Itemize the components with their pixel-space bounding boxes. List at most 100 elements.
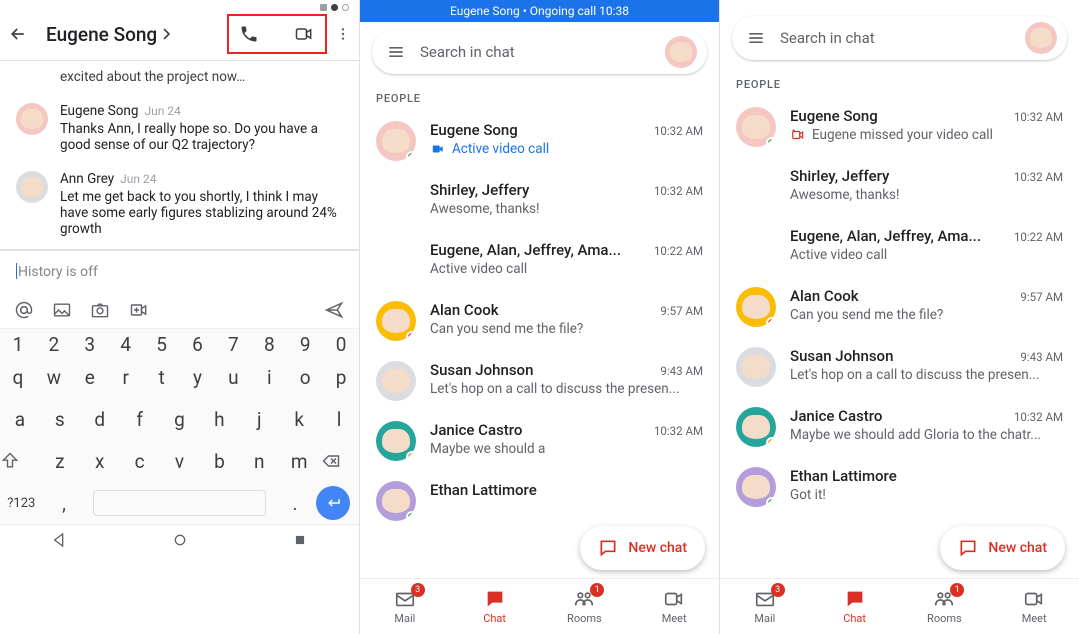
more-icon[interactable] <box>335 24 351 44</box>
key-u[interactable]: u <box>215 366 251 389</box>
menu-icon[interactable] <box>386 42 406 62</box>
send-icon[interactable] <box>323 300 345 320</box>
chat-name: Ethan Lattimore <box>430 481 695 499</box>
account-avatar[interactable] <box>1025 22 1057 54</box>
enter-key[interactable] <box>316 486 359 520</box>
key-j[interactable]: j <box>239 408 279 431</box>
video-add-icon[interactable] <box>128 300 150 320</box>
chat-row[interactable]: Alan Cook9:57 AMCan you send me the file… <box>360 291 719 351</box>
chat-row[interactable]: Susan Johnson9:43 AMLet's hop on a call … <box>360 351 719 411</box>
chat-row[interactable]: Janice Castro10:32 AMMaybe we should a <box>360 411 719 471</box>
chat-row[interactable]: Shirley, Jeffery10:32 AMAwesome, thanks! <box>360 171 719 231</box>
nav-rooms[interactable]: 1Rooms <box>900 579 990 634</box>
new-chat-fab[interactable]: New chat <box>580 526 705 570</box>
key-k[interactable]: k <box>279 408 319 431</box>
search-bar[interactable]: Search in chat <box>732 16 1067 60</box>
new-chat-fab[interactable]: New chat <box>940 526 1065 570</box>
chat-row[interactable]: Ethan Lattimore <box>360 471 719 531</box>
key-i[interactable]: i <box>251 366 287 389</box>
key-r[interactable]: r <box>108 366 144 389</box>
key-9[interactable]: 9 <box>287 333 323 356</box>
key-5[interactable]: 5 <box>144 333 180 356</box>
key-t[interactable]: t <box>144 366 180 389</box>
chat-row[interactable]: Alan Cook9:57 AMCan you send me the file… <box>720 277 1079 337</box>
key-d[interactable]: d <box>80 408 120 431</box>
key-8[interactable]: 8 <box>251 333 287 356</box>
nav-mail[interactable]: 3Mail <box>720 579 810 634</box>
avatar <box>736 107 776 147</box>
chat-row[interactable]: Eugene Song10:32 AMActive video call <box>360 111 719 171</box>
key-g[interactable]: g <box>160 408 200 431</box>
chat-row[interactable]: Shirley, Jeffery10:32 AMAwesome, thanks! <box>720 157 1079 217</box>
nav-home-icon[interactable] <box>172 532 188 548</box>
account-avatar[interactable] <box>665 36 697 68</box>
nav-chat[interactable]: Chat <box>810 579 900 634</box>
keyboard[interactable]: 1234567890 qwertyuiop asdfghjkl zxcvbnm … <box>0 328 359 524</box>
key-4[interactable]: 4 <box>108 333 144 356</box>
avatar <box>736 467 776 507</box>
avatar <box>736 287 776 327</box>
camera-icon[interactable] <box>90 300 110 320</box>
key-s[interactable]: s <box>40 408 80 431</box>
key-n[interactable]: n <box>239 450 279 473</box>
nav-mail[interactable]: 3Mail <box>360 579 450 634</box>
key-2[interactable]: 2 <box>36 333 72 356</box>
chat-row[interactable]: Susan Johnson9:43 AMLet's hop on a call … <box>720 337 1079 397</box>
video-icon[interactable] <box>293 24 315 44</box>
key-3[interactable]: 3 <box>72 333 108 356</box>
shift-key[interactable] <box>0 451 40 471</box>
key-a[interactable]: a <box>0 408 40 431</box>
nav-chat[interactable]: Chat <box>450 579 540 634</box>
sym-key[interactable]: ?123 <box>0 496 43 511</box>
nav-rooms[interactable]: 1Rooms <box>540 579 630 634</box>
image-icon[interactable] <box>52 300 72 320</box>
menu-icon[interactable] <box>746 28 766 48</box>
mention-icon[interactable] <box>14 300 34 320</box>
nav-back-icon[interactable] <box>52 532 68 548</box>
key-v[interactable]: v <box>160 450 200 473</box>
key-m[interactable]: m <box>279 450 319 473</box>
key-7[interactable]: 7 <box>215 333 251 356</box>
key-h[interactable]: h <box>199 408 239 431</box>
key-p[interactable]: p <box>323 366 359 389</box>
phone-icon[interactable] <box>239 24 259 44</box>
chat-time: 10:32 AM <box>1014 110 1063 124</box>
compose-area[interactable]: History is off <box>0 250 359 290</box>
space-key[interactable] <box>93 490 266 516</box>
chat-row[interactable]: Eugene Song10:32 AMEugene missed your vi… <box>720 97 1079 157</box>
key-6[interactable]: 6 <box>180 333 216 356</box>
key-0[interactable]: 0 <box>323 333 359 356</box>
chat-name: Shirley, Jeffery <box>430 181 646 199</box>
msg-text: Let me get back to you shortly, I think … <box>60 189 343 237</box>
chat-row[interactable]: Janice Castro10:32 AMMaybe we should add… <box>720 397 1079 457</box>
key-f[interactable]: f <box>120 408 160 431</box>
key-w[interactable]: w <box>36 366 72 389</box>
search-bar[interactable]: Search in chat <box>372 30 707 74</box>
key-e[interactable]: e <box>72 366 108 389</box>
nav-recent-icon[interactable] <box>293 533 307 547</box>
avatar <box>736 227 776 267</box>
nav-meet[interactable]: Meet <box>629 579 719 634</box>
nav-meet[interactable]: Meet <box>989 579 1079 634</box>
key-l[interactable]: l <box>319 408 359 431</box>
key-x[interactable]: x <box>80 450 120 473</box>
key-c[interactable]: c <box>120 450 160 473</box>
ongoing-call-bar[interactable]: Eugene Song • Ongoing call 10:38 <box>360 0 719 22</box>
backspace-key[interactable] <box>319 451 359 471</box>
key-b[interactable]: b <box>199 450 239 473</box>
key-o[interactable]: o <box>287 366 323 389</box>
chat-title[interactable]: Eugene Song <box>46 23 171 46</box>
chat-row[interactable]: Eugene, Alan, Jeffrey, Ama...10:22 AMAct… <box>720 217 1079 277</box>
comma-key[interactable]: , <box>43 492 86 515</box>
key-1[interactable]: 1 <box>0 333 36 356</box>
avatar <box>376 121 416 161</box>
msg-time: Jun 24 <box>120 172 156 186</box>
back-icon[interactable] <box>8 24 32 44</box>
bottom-nav: 3Mail Chat 1Rooms Meet <box>360 578 719 634</box>
key-q[interactable]: q <box>0 366 36 389</box>
chat-row[interactable]: Ethan LattimoreGot it! <box>720 457 1079 517</box>
key-y[interactable]: y <box>180 366 216 389</box>
chat-row[interactable]: Eugene, Alan, Jeffrey, Ama...10:22 AMAct… <box>360 231 719 291</box>
key-z[interactable]: z <box>40 450 80 473</box>
period-key[interactable]: . <box>274 492 317 515</box>
